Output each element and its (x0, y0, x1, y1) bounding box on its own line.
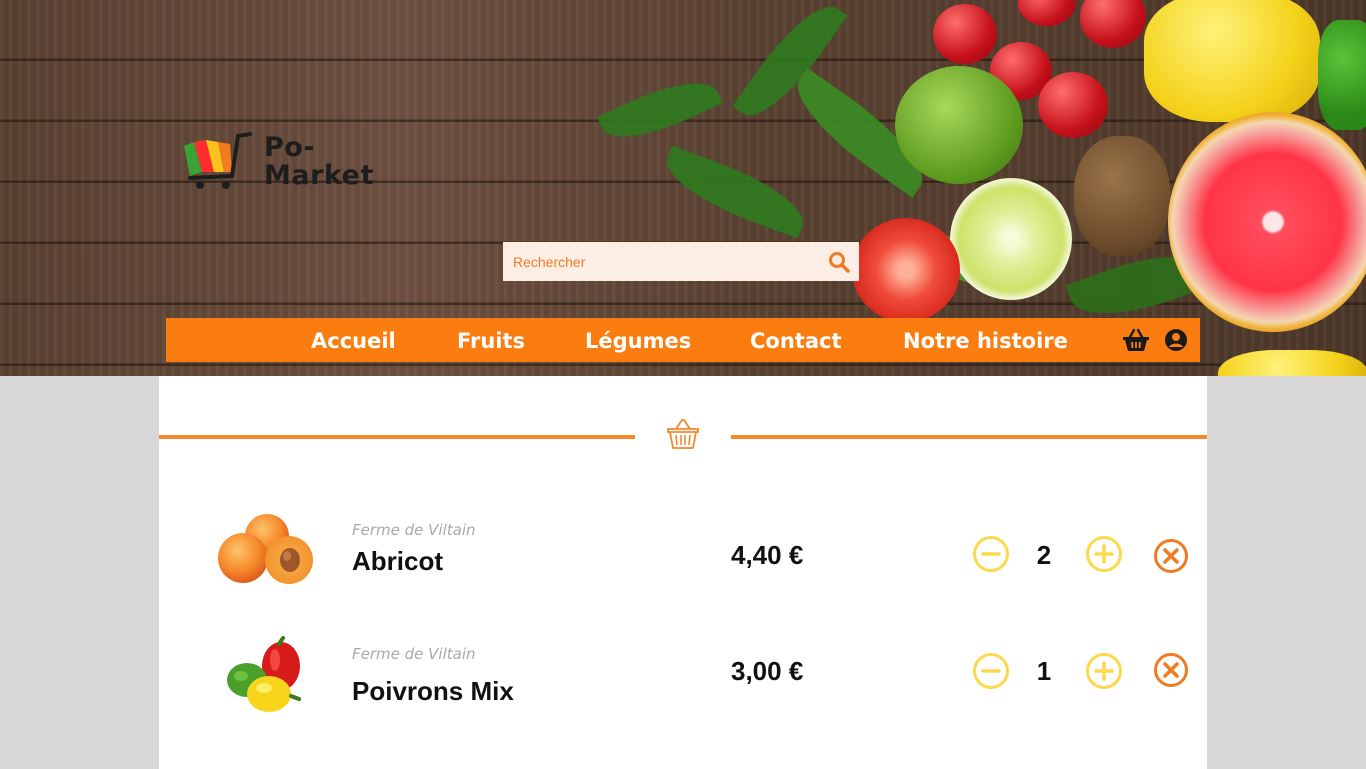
cart-item-row: Ferme de Viltain Poivrons Mix 3,00 € 1 (159, 630, 1207, 720)
nav-item-fruits[interactable]: Fruits (457, 318, 525, 362)
product-farm: Ferme de Viltain (352, 645, 476, 663)
decrease-quantity-button[interactable] (972, 652, 1010, 690)
section-divider-left (159, 435, 635, 439)
basket-icon (667, 419, 699, 449)
shopping-cart-logo-icon (184, 132, 252, 189)
search-input[interactable] (503, 242, 819, 281)
product-price: 4,40 € (731, 540, 804, 570)
section-divider-right (731, 435, 1207, 439)
product-farm: Ferme de Viltain (352, 521, 476, 539)
brand-name: Po- Market (264, 134, 374, 190)
quantity-value: 1 (1036, 656, 1052, 686)
product-name[interactable]: Poivrons Mix (352, 676, 514, 707)
arugula-decoration (597, 66, 723, 154)
brand-name-line1: Po- (264, 132, 316, 163)
product-price: 3,00 € (731, 656, 804, 686)
decrease-quantity-button[interactable] (972, 535, 1010, 573)
arugula-decoration (656, 145, 814, 239)
yellow-pepper-decoration (1218, 350, 1366, 376)
search-bar (503, 242, 859, 281)
apricot-image (218, 514, 313, 584)
nav-item-notre-histoire[interactable]: Notre histoire (903, 318, 1068, 362)
cart-item-row: Ferme de Viltain Abricot 4,40 € 2 (159, 506, 1207, 596)
brand-logo[interactable]: Po- Market (180, 132, 390, 194)
product-name[interactable]: Abricot (352, 546, 443, 577)
nav-item-accueil[interactable]: Accueil (311, 318, 396, 362)
search-icon[interactable] (819, 242, 859, 281)
increase-quantity-button[interactable] (1085, 652, 1123, 690)
cherry-tomato-decoration (1038, 72, 1108, 138)
green-pepper-decoration (1318, 20, 1366, 130)
hero-header: Po- Market Accueil Fruits Légumes Contac… (0, 0, 1366, 376)
cart-panel: Ferme de Viltain Abricot 4,40 € 2 Ferme … (159, 376, 1207, 769)
nav-item-legumes[interactable]: Légumes (585, 318, 691, 362)
user-account-icon[interactable] (1162, 327, 1190, 353)
basket-icon[interactable] (1122, 327, 1150, 353)
remove-item-button[interactable] (1153, 538, 1189, 574)
remove-item-button[interactable] (1153, 652, 1189, 688)
cherry-tomato-decoration (933, 4, 997, 64)
lime-slice-decoration (950, 178, 1072, 300)
increase-quantity-button[interactable] (1085, 535, 1123, 573)
main-navigation: Accueil Fruits Légumes Contact Notre his… (166, 318, 1200, 362)
mixed-peppers-image (227, 636, 301, 712)
brand-name-line2: Market (264, 160, 374, 191)
tomato-slice-decoration (852, 218, 960, 322)
nav-item-contact[interactable]: Contact (750, 318, 842, 362)
quantity-value: 2 (1036, 540, 1052, 570)
yellow-pepper-decoration (1144, 0, 1320, 122)
cherry-tomato-decoration (1018, 0, 1076, 26)
kiwi-decoration (1074, 136, 1170, 256)
cherry-tomato-decoration (1080, 0, 1146, 48)
lime-decoration (895, 66, 1023, 184)
grapefruit-decoration (1168, 112, 1366, 332)
